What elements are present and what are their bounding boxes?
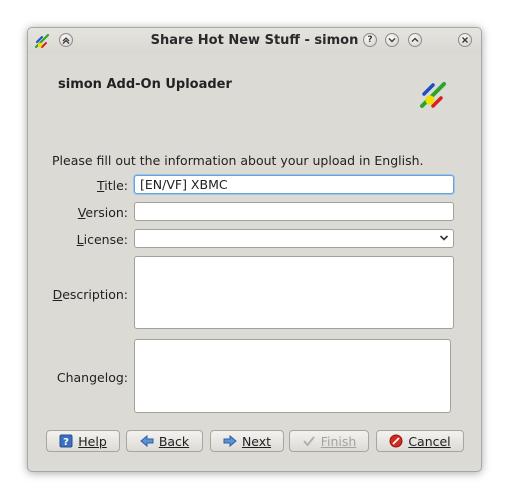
dialog-window: Share Hot New Stuff - simon ? simon Add-… [27, 27, 482, 472]
svg-text:?: ? [63, 437, 69, 448]
finish-button[interactable]: Finish [289, 430, 369, 452]
maximize-icon[interactable] [408, 33, 422, 47]
changelog-label: Changelog: [56, 370, 128, 385]
license-label: License: [76, 232, 128, 247]
cancel-button[interactable]: Cancel [376, 430, 464, 452]
intro-text: Please fill out the information about yo… [52, 153, 424, 168]
license-select[interactable] [134, 229, 454, 248]
title-label: Title: [96, 178, 128, 193]
finish-button-label: Finish [320, 433, 357, 449]
help-button[interactable]: ? Help [46, 430, 120, 452]
description-textarea[interactable] [134, 256, 454, 329]
close-icon[interactable] [458, 33, 472, 47]
back-button-label: Back [158, 433, 190, 449]
cancel-icon [389, 434, 403, 448]
help-icon: ? [59, 434, 73, 448]
chevron-down-icon [439, 235, 449, 241]
title-input[interactable]: [EN/VF] XBMC [134, 175, 454, 194]
changelog-textarea[interactable] [134, 339, 451, 413]
back-button[interactable]: Back [126, 430, 203, 452]
arrow-right-icon [223, 434, 237, 448]
version-input[interactable] [134, 202, 454, 221]
arrow-left-icon [140, 434, 154, 448]
simon-logo-icon [420, 82, 446, 108]
description-label: Description: [52, 287, 128, 302]
next-button-label: Next [241, 433, 272, 449]
version-label: Version: [77, 205, 128, 220]
minimize-icon[interactable] [385, 33, 399, 47]
next-button[interactable]: Next [210, 430, 284, 452]
checkmark-icon [302, 436, 315, 447]
page-title: simon Add-On Uploader [58, 77, 232, 92]
help-titlebar-icon[interactable]: ? [363, 33, 377, 47]
cancel-button-label: Cancel [408, 433, 451, 449]
title-bar[interactable]: Share Hot New Stuff - simon ? [28, 28, 481, 54]
help-button-label: Help [78, 433, 107, 449]
